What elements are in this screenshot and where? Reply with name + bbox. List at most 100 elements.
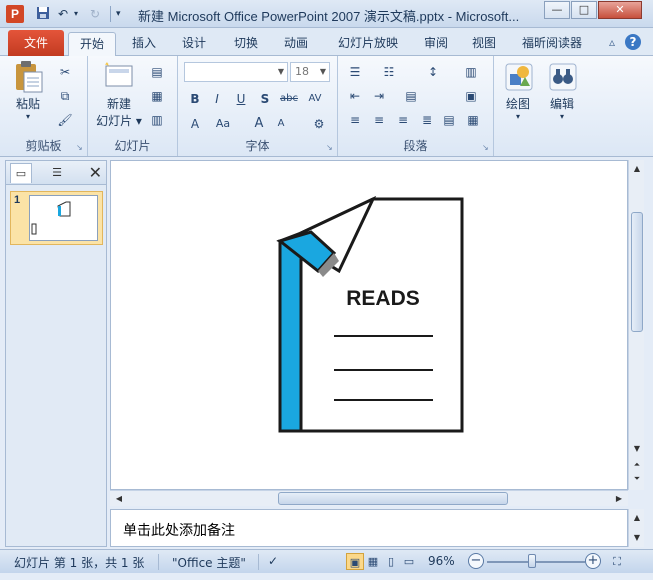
font-name-dropdown[interactable]: ▼ bbox=[184, 62, 288, 82]
tab-view[interactable]: 视图 bbox=[462, 32, 506, 56]
new-slide-label-text: 幻灯片 bbox=[96, 114, 133, 128]
distributed-icon[interactable]: ▤ bbox=[438, 110, 460, 130]
align-left-icon[interactable]: ≡ bbox=[344, 110, 366, 130]
reset-icon[interactable]: ▦ bbox=[146, 86, 168, 106]
slide-editing-area[interactable]: READS bbox=[110, 160, 628, 490]
tab-file[interactable]: 文件 bbox=[8, 30, 64, 56]
vertical-scrollbar[interactable]: ▲ ▼ ⏶ ⏷ bbox=[628, 160, 644, 490]
paste-button[interactable]: 粘贴 ▾ bbox=[8, 60, 48, 121]
section-icon[interactable]: ▥ bbox=[146, 110, 168, 130]
cut-icon[interactable]: ✂ bbox=[54, 62, 76, 82]
scroll-left-icon[interactable]: ◀ bbox=[112, 492, 126, 506]
align-text-icon[interactable]: ▣ bbox=[460, 86, 482, 106]
undo-dropdown-icon[interactable]: ▾ bbox=[74, 6, 78, 22]
normal-view-icon[interactable]: ▣ bbox=[346, 553, 364, 570]
character-spacing-button[interactable]: AV bbox=[304, 89, 326, 109]
spell-check-icon[interactable]: ✓ bbox=[268, 554, 278, 568]
text-direction-icon[interactable]: ▤ bbox=[400, 86, 422, 106]
shrink-font-button[interactable]: A bbox=[270, 114, 292, 134]
help-icon[interactable]: ? bbox=[625, 34, 641, 50]
previous-slide-icon[interactable]: ⏶ bbox=[630, 458, 644, 472]
zoom-in-icon[interactable]: + bbox=[585, 553, 601, 569]
layout-icon[interactable]: ▤ bbox=[146, 62, 168, 82]
format-painter-icon[interactable]: 🖌 bbox=[54, 110, 76, 130]
save-icon[interactable] bbox=[36, 6, 50, 22]
new-slide-label-line1: 新建 bbox=[106, 97, 131, 111]
tab-animations[interactable]: 动画 bbox=[274, 32, 318, 56]
notes-scroll-up-icon[interactable]: ▲ bbox=[630, 511, 644, 525]
slideshow-view-icon[interactable]: ▭ bbox=[400, 553, 418, 570]
paragraph-launcher-icon[interactable]: ↘ bbox=[482, 144, 490, 152]
shadow-button[interactable]: S bbox=[254, 89, 276, 109]
outline-tab-icon[interactable]: ☰ bbox=[46, 163, 68, 183]
drawing-button[interactable]: 绘图 ▾ bbox=[498, 60, 538, 121]
line-spacing-icon[interactable]: ↕ bbox=[422, 62, 444, 82]
font-size-dropdown[interactable]: 18 ▼ bbox=[290, 62, 330, 82]
columns-icon[interactable]: ▥ bbox=[460, 62, 482, 82]
numbering-icon[interactable]: ☷ bbox=[378, 62, 400, 82]
notes-pane[interactable]: 单击此处添加备注 bbox=[110, 509, 628, 547]
new-slide-button[interactable]: 新建 幻灯片 ▾ bbox=[94, 60, 144, 129]
decrease-indent-icon[interactable]: ⇤ bbox=[344, 86, 366, 106]
tab-home[interactable]: 开始 bbox=[68, 32, 116, 56]
increase-indent-icon[interactable]: ⇥ bbox=[368, 86, 390, 106]
align-center-icon[interactable]: ≡ bbox=[368, 110, 390, 130]
minimize-button[interactable]: — bbox=[544, 1, 570, 19]
scroll-right-icon[interactable]: ▶ bbox=[612, 492, 626, 506]
smartart-icon[interactable]: ▦ bbox=[462, 110, 484, 130]
zoom-slider-knob[interactable] bbox=[528, 554, 536, 568]
paragraph-group-label: 段落 bbox=[403, 139, 428, 153]
notes-scroll-down-icon[interactable]: ▼ bbox=[630, 531, 644, 545]
clear-format-button[interactable]: A bbox=[184, 114, 206, 134]
reading-view-icon[interactable]: ▯ bbox=[382, 553, 400, 570]
status-separator bbox=[258, 554, 259, 570]
new-slide-icon bbox=[103, 60, 135, 92]
clipboard-launcher-icon[interactable]: ↘ bbox=[76, 144, 84, 152]
minimize-ribbon-icon[interactable]: ▵ bbox=[604, 34, 620, 50]
zoom-out-icon[interactable]: − bbox=[468, 553, 484, 569]
paste-icon bbox=[12, 60, 44, 93]
horizontal-scroll-thumb[interactable] bbox=[278, 492, 508, 505]
tab-foxit-reader[interactable]: 福昕阅读器 bbox=[514, 32, 590, 56]
notes-scrollbar[interactable]: ▲ ▼ bbox=[628, 509, 644, 547]
close-button[interactable]: ✕ bbox=[598, 1, 642, 19]
underline-button[interactable]: U bbox=[230, 89, 252, 109]
maximize-button[interactable]: □ bbox=[571, 1, 597, 19]
slide-thumbnail[interactable]: 1 bbox=[10, 191, 103, 245]
slides-tab-icon[interactable]: ▭ bbox=[10, 163, 32, 183]
horizontal-scrollbar[interactable]: ◀ ▶ bbox=[110, 490, 628, 506]
customize-qat-icon[interactable]: ▾ bbox=[116, 6, 121, 22]
editing-button[interactable]: 编辑 ▾ bbox=[542, 60, 582, 121]
close-pane-icon[interactable]: ✕ bbox=[89, 163, 102, 183]
copy-icon[interactable]: ⧉ bbox=[54, 86, 76, 106]
tab-insert[interactable]: 插入 bbox=[122, 32, 166, 56]
tab-transitions[interactable]: 切换 bbox=[224, 32, 268, 56]
strikethrough-button[interactable]: abc bbox=[278, 89, 300, 109]
fit-to-window-icon[interactable]: ⛶ bbox=[608, 553, 626, 570]
vertical-scroll-thumb[interactable] bbox=[631, 212, 643, 332]
italic-button[interactable]: I bbox=[206, 89, 228, 109]
tab-slideshow[interactable]: 幻灯片放映 bbox=[328, 32, 408, 56]
tab-design[interactable]: 设计 bbox=[172, 32, 216, 56]
scroll-down-icon[interactable]: ▼ bbox=[630, 442, 644, 456]
change-case-button[interactable]: Aa bbox=[212, 114, 234, 134]
theme-status[interactable]: "Office 主题" bbox=[172, 554, 246, 571]
zoom-slider-track[interactable] bbox=[487, 561, 585, 563]
zoom-level[interactable]: 96% bbox=[428, 554, 455, 568]
font-color-icon[interactable]: ⚙ bbox=[308, 114, 330, 134]
slides-group: 新建 幻灯片 ▾ ▤ ▦ ▥ 幻灯片 bbox=[88, 56, 178, 156]
align-right-icon[interactable]: ≡ bbox=[392, 110, 414, 130]
redo-icon[interactable]: ↻ bbox=[90, 6, 100, 22]
bullets-icon[interactable]: ☰ bbox=[344, 62, 366, 82]
next-slide-icon[interactable]: ⏷ bbox=[630, 472, 644, 486]
slide-sorter-view-icon[interactable]: ▦ bbox=[364, 553, 382, 570]
slide-thumbnail-number: 1 bbox=[14, 194, 21, 206]
font-launcher-icon[interactable]: ↘ bbox=[326, 144, 334, 152]
tab-review[interactable]: 审阅 bbox=[414, 32, 458, 56]
undo-icon[interactable]: ↶ bbox=[58, 6, 68, 22]
justify-icon[interactable]: ≣ bbox=[416, 110, 438, 130]
scroll-up-icon[interactable]: ▲ bbox=[630, 162, 644, 176]
bold-button[interactable]: B bbox=[184, 89, 206, 109]
powerpoint-app-icon[interactable]: P bbox=[6, 5, 24, 23]
grow-font-button[interactable]: A bbox=[248, 114, 270, 134]
